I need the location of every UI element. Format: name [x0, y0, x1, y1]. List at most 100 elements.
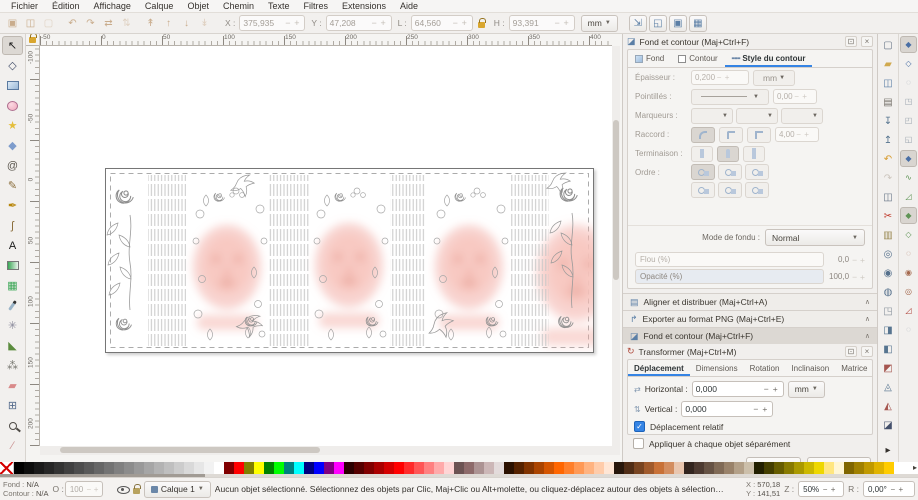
- join-miter-button[interactable]: [747, 127, 771, 143]
- opacity-slider[interactable]: Opacité (%): [635, 269, 824, 284]
- color-swatch[interactable]: [194, 462, 204, 474]
- vertical-scrollbar-thumb[interactable]: [613, 120, 619, 280]
- color-swatch[interactable]: [24, 462, 34, 474]
- snap-line-midpoints-icon[interactable]: ◌: [900, 245, 917, 262]
- vertical-ruler[interactable]: -100-50050100150200: [26, 46, 40, 446]
- tab-rotation[interactable]: Rotation: [744, 360, 786, 376]
- snap-object-centers-icon[interactable]: ◉: [900, 264, 917, 281]
- open-document-icon[interactable]: ▰: [879, 55, 897, 73]
- menu-edition[interactable]: Édition: [45, 1, 87, 11]
- end-marker-select[interactable]: ▼: [781, 108, 823, 124]
- color-swatch[interactable]: [874, 462, 884, 474]
- join-round-button[interactable]: [691, 127, 715, 143]
- calligraphy-tool-icon[interactable]: ʃ: [2, 216, 23, 235]
- color-swatch[interactable]: [504, 462, 514, 474]
- transform-stroke-toggle-icon[interactable]: ⇲: [629, 15, 647, 32]
- select-all-icon[interactable]: ▣: [4, 15, 21, 32]
- export-icon[interactable]: ↥: [879, 131, 897, 149]
- palette-overflow-icon[interactable]: ▸: [913, 463, 917, 472]
- text-tool-icon[interactable]: A: [2, 236, 23, 255]
- join-bevel-button[interactable]: [719, 127, 743, 143]
- color-swatch[interactable]: [554, 462, 564, 474]
- color-swatch[interactable]: [324, 462, 334, 474]
- miter-limit-field[interactable]: 4,00−+: [775, 127, 819, 142]
- document-page[interactable]: [105, 168, 594, 353]
- horizontal-field[interactable]: 0,000−+: [692, 381, 784, 397]
- color-swatch[interactable]: [214, 462, 224, 474]
- color-swatch[interactable]: [414, 462, 424, 474]
- color-swatch[interactable]: [624, 462, 634, 474]
- color-swatch[interactable]: [224, 462, 234, 474]
- ruler-corner[interactable]: [26, 34, 40, 46]
- deselect-icon[interactable]: ▢: [40, 15, 57, 32]
- color-swatch[interactable]: [204, 462, 214, 474]
- dock-header-align[interactable]: ▤Aligner et distribuer (Maj+Ctrl+A)∧: [623, 293, 877, 310]
- menu-texte[interactable]: Texte: [261, 1, 297, 11]
- color-swatch[interactable]: [404, 462, 414, 474]
- color-swatch[interactable]: [634, 462, 644, 474]
- tab-matrice[interactable]: Matrice: [835, 360, 873, 376]
- dock-close-icon[interactable]: ×: [861, 36, 873, 47]
- cut-icon[interactable]: ✂: [879, 207, 897, 225]
- color-swatch[interactable]: [544, 462, 554, 474]
- transform-close-icon[interactable]: ×: [861, 346, 873, 357]
- snap-bbox-centers-icon[interactable]: ◱: [900, 131, 917, 148]
- color-swatch[interactable]: [464, 462, 474, 474]
- ellipse-tool-icon[interactable]: [2, 96, 23, 115]
- color-swatch[interactable]: [314, 462, 324, 474]
- color-swatch[interactable]: [654, 462, 664, 474]
- snap-page-border-icon[interactable]: ◌: [900, 321, 917, 338]
- connector-tool-icon[interactable]: ⊞: [2, 396, 23, 415]
- vertical-scrollbar[interactable]: [612, 46, 620, 446]
- color-swatch[interactable]: [714, 462, 724, 474]
- menu-aide[interactable]: Aide: [393, 1, 425, 11]
- color-swatch[interactable]: [534, 462, 544, 474]
- color-swatch[interactable]: [864, 462, 874, 474]
- transform-pattern-toggle-icon[interactable]: ▦: [689, 15, 707, 32]
- color-swatch[interactable]: [594, 462, 604, 474]
- bucket-tool-icon[interactable]: ◣: [2, 336, 23, 355]
- swatch-none[interactable]: [0, 462, 14, 474]
- color-swatch[interactable]: [54, 462, 64, 474]
- snap-paths-icon[interactable]: ∿: [900, 169, 917, 186]
- color-swatch[interactable]: [694, 462, 704, 474]
- rotate-ccw-icon[interactable]: ↶: [64, 15, 81, 32]
- color-swatch[interactable]: [574, 462, 584, 474]
- color-swatch[interactable]: [584, 462, 594, 474]
- horizontal-ruler[interactable]: -50050100150200250300350400: [40, 34, 612, 46]
- color-swatch[interactable]: [394, 462, 404, 474]
- overflow-arrow-icon[interactable]: ▸: [879, 441, 897, 459]
- color-swatch[interactable]: [614, 462, 624, 474]
- color-swatch[interactable]: [784, 462, 794, 474]
- color-swatch[interactable]: [384, 462, 394, 474]
- color-swatch[interactable]: [844, 462, 854, 474]
- canvas[interactable]: [40, 46, 612, 446]
- unit-select[interactable]: mm▼: [581, 15, 618, 32]
- tab-contour[interactable]: Contour: [671, 50, 724, 67]
- vertical-field[interactable]: 0,000−+: [681, 401, 773, 417]
- color-swatch[interactable]: [64, 462, 74, 474]
- cap-round-button[interactable]: [717, 146, 739, 162]
- color-swatch[interactable]: [234, 462, 244, 474]
- lock-ratio-icon[interactable]: [478, 22, 485, 28]
- zoom-selection-icon[interactable]: ◎: [879, 245, 897, 263]
- color-swatch[interactable]: [674, 462, 684, 474]
- transform-gradient-toggle-icon[interactable]: ▣: [669, 15, 687, 32]
- dock-float-icon[interactable]: ⊡: [845, 36, 857, 47]
- paint-order-button-6[interactable]: [745, 182, 769, 198]
- dash-pattern-select[interactable]: ▼: [691, 89, 769, 105]
- color-swatch[interactable]: [284, 462, 294, 474]
- opacity-indicator[interactable]: O : 100−+: [52, 481, 102, 497]
- zoom-tool-icon[interactable]: [2, 416, 23, 435]
- menu-calque[interactable]: Calque: [138, 1, 181, 11]
- mesh-tool-icon[interactable]: ▦: [2, 276, 23, 295]
- unlink-clone-icon[interactable]: ◩: [879, 359, 897, 377]
- color-swatch[interactable]: [374, 462, 384, 474]
- color-swatch[interactable]: [244, 462, 254, 474]
- transform-float-icon[interactable]: ⊡: [845, 346, 857, 357]
- paint-order-button-2[interactable]: [718, 164, 742, 180]
- color-swatch[interactable]: [474, 462, 484, 474]
- spray-tool-icon[interactable]: ⁂: [2, 356, 23, 375]
- zoom-field[interactable]: 50%−+: [798, 481, 844, 497]
- paint-order-button-5[interactable]: [718, 182, 742, 198]
